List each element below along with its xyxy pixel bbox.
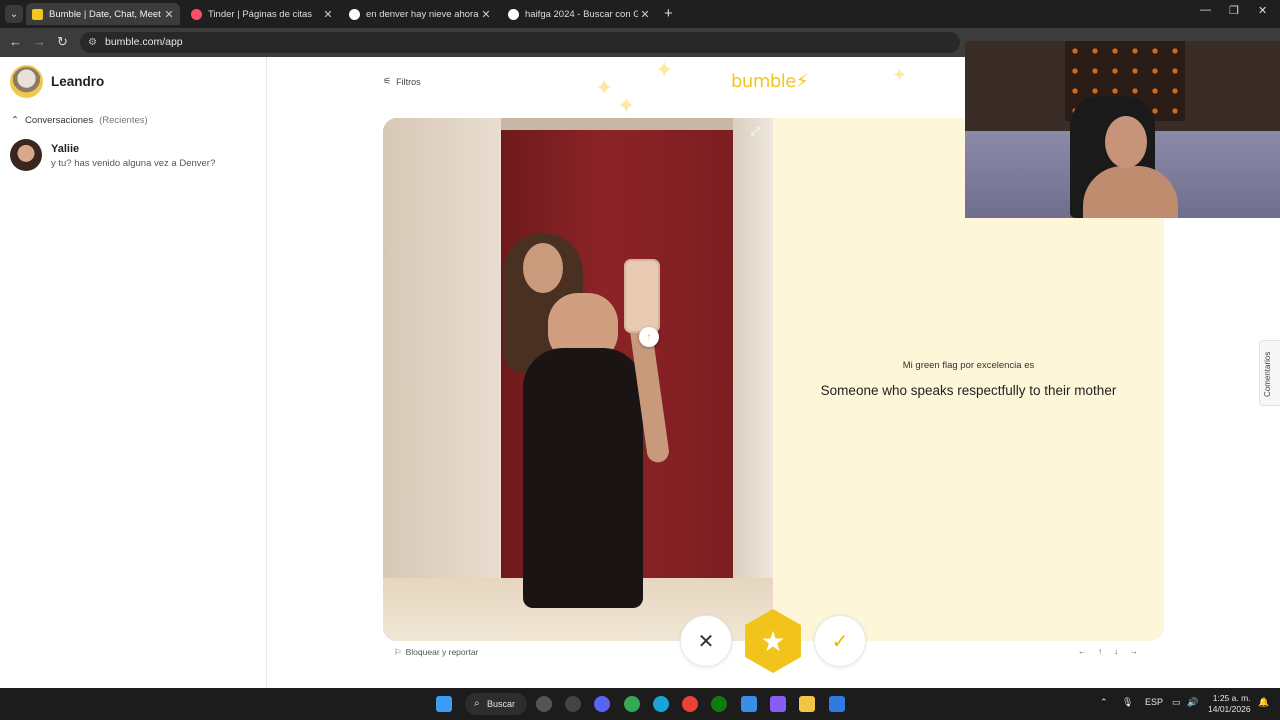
network-icon[interactable]: ▭	[1172, 697, 1181, 708]
prompt-answer: Someone who speaks respectfully to their…	[820, 383, 1117, 398]
chrome-icon[interactable]	[624, 696, 640, 712]
prompt-question: Mi green flag por excelencia es	[902, 360, 1035, 371]
forward-icon[interactable]: →	[33, 34, 46, 49]
clock-time: 1:25 a. m.	[1212, 693, 1251, 703]
sliders-icon: ⚟	[383, 76, 392, 86]
close-tab-icon[interactable]: ✕	[162, 8, 176, 21]
tab-tinder[interactable]: Tinder | Páginas de citas ✕	[185, 3, 339, 25]
keyboard-hints: ← ↑ ↓ →	[1078, 647, 1138, 656]
sidebar: Leandro ⌃ Conversaciones (Recientes) Yal…	[0, 57, 267, 688]
tab-google-search[interactable]: haifga 2024 - Buscar con Googl ✕	[502, 3, 656, 25]
google-favicon-icon	[349, 8, 360, 20]
url-text: bumble.com/app	[105, 36, 183, 48]
app-icon[interactable]	[536, 696, 552, 712]
taskbar-search[interactable]: ⌕ Buscar	[465, 693, 527, 715]
left-arrow-icon: ←	[1078, 647, 1086, 656]
webcam-overlay	[965, 41, 1280, 218]
language-indicator[interactable]: ESP	[1145, 697, 1163, 707]
copilot-icon[interactable]	[770, 696, 786, 712]
match-name[interactable]: Yaliie	[51, 143, 79, 155]
user-name[interactable]: Leandro	[51, 74, 104, 89]
check-icon: ✓	[831, 630, 849, 653]
flag-icon: ⚐	[394, 647, 402, 657]
edge-icon[interactable]	[653, 696, 669, 712]
notifications-icon[interactable]: 🔔	[1258, 697, 1269, 708]
sparkle-icon: ✦	[617, 93, 636, 118]
comments-label: Comentarios	[1263, 351, 1272, 397]
conversations-header[interactable]: ⌃ Conversaciones (Recientes)	[11, 115, 148, 126]
volume-icon[interactable]: 🔊	[1187, 697, 1198, 708]
search-label: Buscar	[487, 699, 516, 709]
close-tab-icon[interactable]: ✕	[638, 8, 652, 21]
photos-icon[interactable]	[741, 696, 757, 712]
new-tab-button[interactable]: +	[664, 5, 673, 22]
bumble-favicon-icon	[32, 8, 43, 20]
sparkle-icon: ✦	[892, 65, 908, 85]
minimize-icon[interactable]: —	[1200, 4, 1211, 16]
star-icon: ★	[760, 625, 786, 657]
browser-tab-bar: ⌄ Bumble | Date, Chat, Meet New ✕ Tinder…	[0, 0, 1280, 28]
sparkle-icon: ✦	[595, 75, 614, 100]
mic-icon[interactable]: 🎙	[1122, 697, 1133, 708]
xbox-icon[interactable]	[711, 696, 727, 712]
chevron-up-icon: ⌃	[11, 115, 19, 126]
profile-photo[interactable]: ⤢ ↑	[383, 118, 773, 641]
taskbar: ⌕ Buscar ⌃ 🎙 ESP ▭ 🔊 1:25 a. m. 14/01/20…	[0, 688, 1280, 720]
block-report-link[interactable]: ⚐ Bloquear y reportar	[394, 647, 478, 658]
match-avatar[interactable]	[10, 139, 42, 171]
google-favicon-icon	[508, 8, 519, 20]
filters-button[interactable]: ⚟ Filtros	[383, 76, 421, 87]
tab-google-denver[interactable]: en denver hay nieve ahora? - B ✕	[343, 3, 497, 25]
search-icon: ⌕	[474, 698, 480, 709]
address-bar[interactable]: ⚙ bumble.com/app	[80, 32, 960, 53]
tab-search-button[interactable]: ⌄	[5, 5, 23, 23]
conversations-sub: (Recientes)	[99, 115, 148, 126]
clock-date: 14/01/2026	[1208, 704, 1251, 714]
close-tab-icon[interactable]: ✕	[479, 8, 493, 21]
sparkle-icon: ✦	[655, 57, 674, 82]
chevron-up-icon[interactable]: ⌃	[1100, 697, 1108, 708]
tinder-favicon-icon	[191, 8, 202, 20]
back-icon[interactable]: ←	[9, 34, 22, 49]
pass-button[interactable]: ✕	[680, 615, 732, 667]
match-last-message[interactable]: y tu? has venido alguna vez a Denver?	[51, 158, 215, 169]
restore-icon[interactable]: ❐	[1229, 4, 1239, 17]
chrome-icon[interactable]	[682, 696, 698, 712]
close-tab-icon[interactable]: ✕	[321, 8, 335, 21]
app-icon[interactable]	[565, 696, 581, 712]
user-avatar[interactable]	[10, 65, 43, 98]
up-arrow-icon: ↑	[1098, 647, 1102, 656]
app-icon[interactable]	[829, 696, 845, 712]
reload-icon[interactable]: ↻	[57, 34, 68, 50]
clock[interactable]: 1:25 a. m. 14/01/2026	[1208, 693, 1251, 715]
tab-bumble[interactable]: Bumble | Date, Chat, Meet New ✕	[26, 3, 180, 25]
windows-start-icon[interactable]	[436, 696, 452, 712]
conversations-label: Conversaciones	[24, 115, 94, 126]
down-arrow-icon: ↓	[1114, 647, 1118, 656]
expand-icon[interactable]: ⤢	[751, 126, 763, 138]
right-arrow-icon: →	[1130, 647, 1138, 656]
scroll-up-button[interactable]: ↑	[639, 327, 659, 347]
block-report-label: Bloquear y reportar	[405, 647, 479, 657]
comments-tab[interactable]: Comentarios	[1259, 340, 1280, 406]
filters-label: Filtros	[396, 76, 421, 87]
like-button[interactable]: ✓	[814, 615, 866, 667]
bumble-logo: bumble⚡	[731, 71, 809, 92]
close-icon: ✕	[697, 630, 715, 653]
file-explorer-icon[interactable]	[799, 696, 815, 712]
close-window-icon[interactable]: ✕	[1258, 4, 1267, 17]
site-info-icon[interactable]: ⚙	[88, 32, 97, 53]
discord-icon[interactable]	[594, 696, 610, 712]
